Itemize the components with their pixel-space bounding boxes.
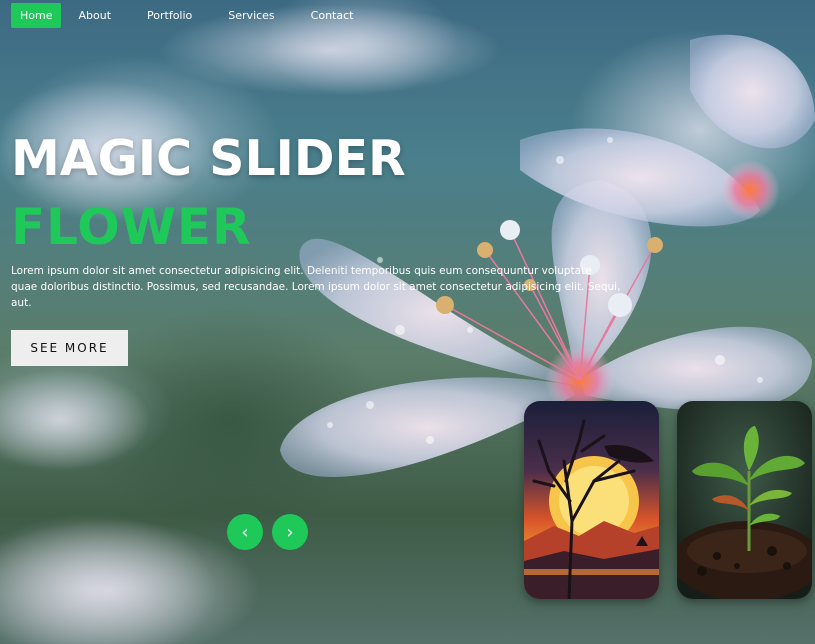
sprout-image [677,401,812,599]
next-slide-button[interactable]: › [272,514,308,550]
chevron-right-icon: › [286,521,294,543]
nav-contact[interactable]: Contact [302,3,363,28]
chevron-left-icon: ‹ [241,521,249,543]
hero-subtitle: FLOWER [11,198,252,256]
main-nav: Home About Portfolio Services Contact [11,3,380,28]
hero-title: MAGIC SLIDER [11,130,406,187]
sunset-tree-image [524,401,659,599]
nav-services[interactable]: Services [219,3,283,28]
nav-about[interactable]: About [69,3,120,28]
prev-slide-button[interactable]: ‹ [227,514,263,550]
slide-thumbnail-sunset-tree[interactable] [524,401,659,599]
slide-thumbnail-sprout[interactable] [677,401,812,599]
nav-portfolio[interactable]: Portfolio [138,3,201,28]
see-more-button[interactable]: SEE MORE [11,330,128,366]
nav-home[interactable]: Home [11,3,62,28]
hero-description: Lorem ipsum dolor sit amet consectetur a… [11,265,621,309]
